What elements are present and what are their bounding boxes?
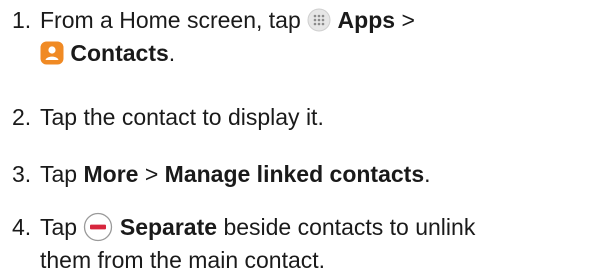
more-label: More (83, 161, 139, 187)
period: . (424, 161, 431, 187)
step-number: 2. (12, 104, 32, 130)
step-number: 3. (12, 161, 32, 187)
step-4: 4. Tap Separate beside contacts to unlink… (12, 211, 475, 277)
separator: > (401, 7, 415, 33)
step-text: Tap (40, 161, 78, 187)
instruction-steps: 1. From a Home screen, tap Apps > Contac… (0, 0, 616, 279)
step-text: Tap the contact to display it. (40, 104, 324, 130)
step-continuation: them from the main contact. (40, 247, 326, 273)
step-3: 3. Tap More > Manage linked contacts. (12, 158, 431, 191)
manage-linked-contacts-label: Manage linked contacts (164, 161, 425, 187)
step-number: 4. (12, 214, 32, 240)
step-text: Tap (40, 214, 78, 240)
step-text: beside contacts to unlink (223, 214, 476, 240)
period: . (168, 40, 176, 66)
minus-circle-icon (83, 212, 113, 242)
step-1: 1. From a Home screen, tap Apps > Contac… (12, 4, 415, 70)
step-number: 1. (12, 7, 32, 33)
step-2: 2. Tap the contact to display it. (12, 101, 324, 134)
separator: > (144, 161, 159, 187)
step-continuation: Contacts. (12, 37, 415, 70)
separate-label: Separate (119, 214, 218, 240)
apps-grid-icon (307, 8, 331, 32)
step-text: From a Home screen, tap (40, 7, 301, 33)
contacts-app-icon (40, 41, 64, 65)
contacts-label: Contacts (70, 40, 169, 66)
apps-label: Apps (337, 7, 396, 33)
